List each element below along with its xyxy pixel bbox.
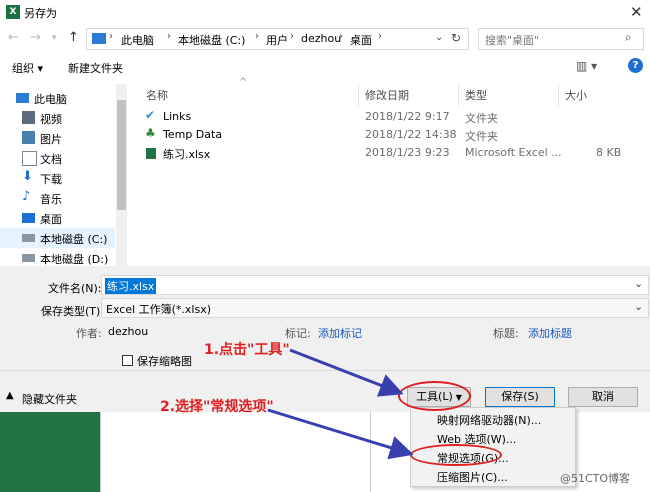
step2-annotation: 2.选择"常规选项" <box>160 399 274 415</box>
annotation-arrows <box>267 348 414 460</box>
arrow-to-tools <box>289 348 404 397</box>
step1-annotation: 1.点击"工具" <box>204 342 290 358</box>
watermark: @51CTO博客 <box>560 472 631 485</box>
arrow-to-general-options <box>267 408 414 460</box>
